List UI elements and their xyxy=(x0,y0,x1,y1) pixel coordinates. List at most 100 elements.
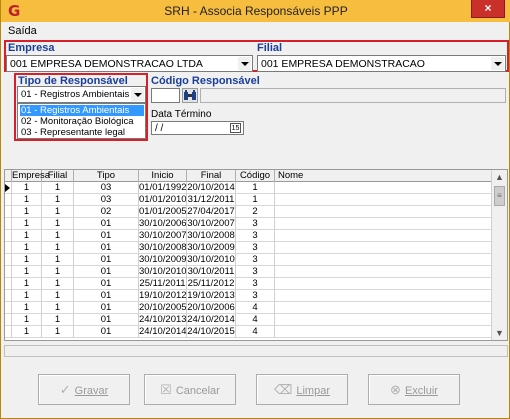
row-indicator[interactable] xyxy=(5,314,12,326)
table-row[interactable]: 1 1 01 25/11/2011 25/11/2012 3 xyxy=(5,278,492,290)
table-cell: 1 xyxy=(42,218,74,230)
filial-select[interactable]: 001 EMPRESA DEMONSTRACAO xyxy=(257,55,506,72)
row-indicator[interactable] xyxy=(5,278,12,290)
table-cell: 1 xyxy=(42,314,74,326)
table-cell xyxy=(275,206,492,218)
row-indicator[interactable] xyxy=(5,218,12,230)
table-cell xyxy=(275,218,492,230)
table-cell: 01 xyxy=(74,314,139,326)
column-header-inicio[interactable]: Inicio xyxy=(139,170,187,182)
eraser-icon: ⌫ xyxy=(273,382,293,397)
table-cell: 30/10/2008 xyxy=(139,242,187,254)
row-indicator[interactable] xyxy=(5,230,12,242)
chevron-down-icon[interactable] xyxy=(238,57,251,70)
limpar-button[interactable]: ⌫ Limpar xyxy=(256,374,348,405)
row-indicator[interactable] xyxy=(5,290,12,302)
table-cell: 30/10/2009 xyxy=(187,242,236,254)
table-cell: 01 xyxy=(74,254,139,266)
table-cell: 01 xyxy=(74,290,139,302)
table-cell xyxy=(275,266,492,278)
table-cell: 30/10/2010 xyxy=(187,254,236,266)
responsaveis-grid: Empresa Filial Tipo Inicio Final Código … xyxy=(4,169,508,341)
cancelar-button[interactable]: ☒ Cancelar xyxy=(144,374,236,405)
codigo-responsavel-input[interactable] xyxy=(151,88,180,103)
row-indicator[interactable] xyxy=(5,326,12,338)
column-header-nome[interactable]: Nome xyxy=(275,170,492,182)
status-bar xyxy=(4,345,508,357)
row-indicator[interactable] xyxy=(5,206,12,218)
table-cell xyxy=(275,194,492,206)
table-row[interactable]: 1 1 01 24/10/2013 24/10/2014 4 xyxy=(5,314,492,326)
empresa-value: 001 EMPRESA DEMONSTRACAO LTDA xyxy=(10,58,203,70)
scroll-down-icon[interactable]: ▼ xyxy=(492,326,507,340)
table-cell: 1 xyxy=(42,194,74,206)
table-row[interactable]: 1 1 01 30/10/2007 30/10/2008 3 xyxy=(5,230,492,242)
row-indicator[interactable] xyxy=(5,194,12,206)
table-row[interactable]: 1 1 01 20/10/2005 20/10/2006 4 xyxy=(5,302,492,314)
data-termino-value: / / xyxy=(155,123,164,134)
grid-header: Empresa Filial Tipo Inicio Final Código … xyxy=(5,170,492,182)
table-cell: 3 xyxy=(236,290,275,302)
column-header-tipo[interactable]: Tipo xyxy=(74,170,139,182)
table-cell: 1 xyxy=(12,218,42,230)
tipo-responsavel-dropdown: 01 - Registros Ambientais 02 - Monitoraç… xyxy=(17,103,146,139)
table-cell: 20/10/2014 xyxy=(187,182,236,194)
dropdown-option[interactable]: 01 - Registros Ambientais xyxy=(20,105,144,116)
table-cell xyxy=(275,290,492,302)
scroll-thumb[interactable]: ≡ xyxy=(494,186,505,206)
grid-vertical-scrollbar[interactable]: ▲ ≡ ▼ xyxy=(491,170,507,340)
row-indicator[interactable] xyxy=(5,242,12,254)
scroll-up-icon[interactable]: ▲ xyxy=(492,170,507,184)
table-cell: 4 xyxy=(236,326,275,338)
table-cell: 4 xyxy=(236,302,275,314)
column-header-filial[interactable]: Filial xyxy=(42,170,74,182)
table-cell xyxy=(275,242,492,254)
dropdown-option[interactable]: 03 - Representante legal xyxy=(20,127,144,138)
table-cell: 03 xyxy=(74,194,139,206)
row-indicator[interactable] xyxy=(5,254,12,266)
table-cell: 1 xyxy=(12,206,42,218)
dropdown-option[interactable]: 02 - Monitoração Biológica xyxy=(20,116,144,127)
calendar-icon[interactable]: 15 xyxy=(230,123,241,133)
table-row[interactable]: 1 1 01 30/10/2009 30/10/2010 3 xyxy=(5,254,492,266)
table-cell: 24/10/2014 xyxy=(187,314,236,326)
column-header-empresa[interactable]: Empresa xyxy=(12,170,50,182)
excluir-button[interactable]: ⊗ Excluir xyxy=(368,374,460,405)
column-header-codigo[interactable]: Código xyxy=(236,170,275,182)
table-cell: 1 xyxy=(12,194,42,206)
table-row[interactable]: 1 1 01 30/10/2006 30/10/2007 3 xyxy=(5,218,492,230)
table-cell: 4 xyxy=(236,314,275,326)
table-row[interactable]: 1 1 01 30/10/2008 30/10/2009 3 xyxy=(5,242,492,254)
table-cell xyxy=(275,230,492,242)
table-cell: 1 xyxy=(12,302,42,314)
row-indicator[interactable] xyxy=(5,182,12,194)
table-cell: 01/01/2005 xyxy=(139,206,187,218)
data-termino-input[interactable]: / / 15 xyxy=(151,121,244,135)
table-row[interactable]: 1 1 03 01/01/2010 31/12/2011 1 xyxy=(5,194,492,206)
menu-item-saida[interactable]: Saída xyxy=(8,25,37,37)
table-cell: 1 xyxy=(236,194,275,206)
table-row[interactable]: 1 1 02 01/01/2005 27/04/2017 2 xyxy=(5,206,492,218)
table-cell: 3 xyxy=(236,278,275,290)
table-row[interactable]: 1 1 03 01/01/1992 20/10/2014 1 xyxy=(5,182,492,194)
search-responsavel-button[interactable] xyxy=(182,88,198,103)
table-row[interactable]: 1 1 01 24/10/2014 24/10/2015 4 xyxy=(5,326,492,338)
gravar-button[interactable]: ✓ Gravar xyxy=(38,374,130,405)
tipo-responsavel-select[interactable]: 01 - Registros Ambientais xyxy=(17,86,146,103)
chevron-down-icon[interactable] xyxy=(491,57,504,70)
table-row[interactable]: 1 1 01 30/10/2010 30/10/2011 3 xyxy=(5,266,492,278)
close-button[interactable]: × xyxy=(471,0,505,18)
cancelar-label: Cancelar xyxy=(175,385,220,397)
table-row[interactable]: 1 1 01 19/10/2012 19/10/2013 3 xyxy=(5,290,492,302)
column-header-final[interactable]: Final xyxy=(187,170,236,182)
table-cell: 1 xyxy=(12,266,42,278)
row-indicator[interactable] xyxy=(5,302,12,314)
responsavel-nome-display xyxy=(200,88,506,103)
table-cell: 1 xyxy=(12,182,42,194)
chevron-down-icon[interactable] xyxy=(131,88,144,101)
row-indicator[interactable] xyxy=(5,266,12,278)
table-cell xyxy=(275,314,492,326)
empresa-select[interactable]: 001 EMPRESA DEMONSTRACAO LTDA xyxy=(6,55,253,72)
filial-label: Filial xyxy=(257,42,283,54)
table-cell: 1 xyxy=(12,254,42,266)
